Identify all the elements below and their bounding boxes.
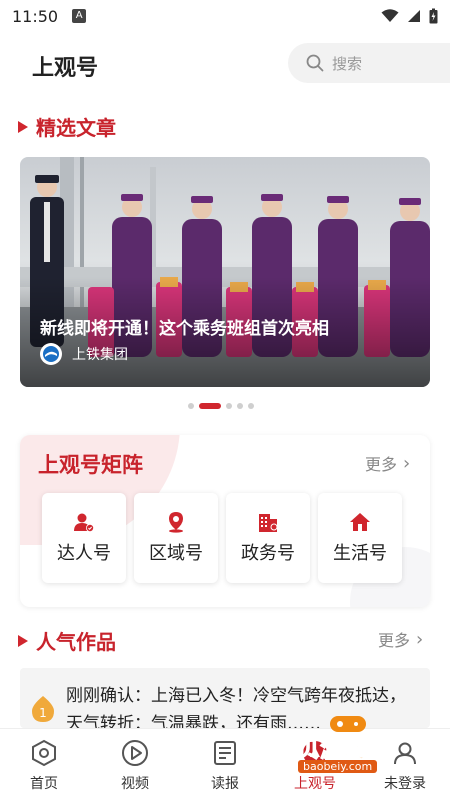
battery-icon — [429, 8, 438, 24]
tab-home[interactable]: 首页 — [9, 739, 79, 793]
rank-number: 1 — [39, 706, 47, 720]
carousel-dot[interactable] — [237, 403, 243, 409]
matrix-title: 上观号矩阵 — [38, 453, 143, 477]
tile-life[interactable]: 生活号 — [318, 493, 402, 583]
app-header: 上观号 搜索 — [0, 38, 450, 88]
carousel-indicator[interactable] — [188, 403, 254, 409]
tab-label: 首页 — [30, 776, 58, 792]
banner-source-name: 上铁集团 — [72, 347, 128, 363]
featured-section-title: 精选文章 — [36, 116, 116, 140]
tile-talent[interactable]: 达人号 — [42, 493, 126, 583]
search-placeholder: 搜索 — [332, 54, 363, 73]
popular-section-header: 人气作品 — [18, 626, 116, 655]
section-marker-icon — [18, 634, 28, 647]
newspaper-icon — [214, 741, 236, 765]
search-box[interactable]: 搜索 — [288, 43, 450, 83]
signal-icon — [408, 10, 420, 22]
matrix-more-link[interactable]: 更多 › — [365, 451, 410, 475]
play-circle-icon — [122, 740, 148, 766]
watermark-url: baobeiy.com — [298, 760, 378, 773]
home-icon — [350, 513, 370, 531]
wifi-icon — [381, 9, 399, 22]
banner-source: 上铁集团 — [40, 343, 128, 365]
carousel-dot-active[interactable] — [199, 403, 221, 409]
section-marker-icon — [18, 120, 28, 133]
hexagon-home-icon — [32, 739, 56, 767]
tile-label: 政务号 — [241, 543, 295, 564]
featured-section-header: 精选文章 — [18, 112, 116, 141]
tile-label: 区域号 — [149, 543, 203, 564]
matrix-more-label: 更多 — [365, 455, 398, 474]
banner-headline: 新线即将开通！这个乘务班组首次亮相 — [40, 319, 329, 339]
tile-label: 达人号 — [57, 543, 111, 564]
railway-logo-icon — [40, 343, 62, 365]
chevron-right-icon: › — [403, 452, 411, 474]
building-icon — [259, 514, 278, 532]
watermark: 宝贝游戏网 baobeiy.com — [268, 712, 428, 778]
location-pin-icon — [169, 512, 183, 533]
tab-newspaper[interactable]: 读报 — [190, 739, 260, 793]
tile-label: 生活号 — [333, 543, 387, 564]
rank-badge-icon: 1 — [32, 696, 54, 722]
carousel-dot[interactable] — [188, 403, 194, 409]
matrix-card: 上观号矩阵 更多 › 达人号 区域号 政务号 生活号 — [20, 435, 430, 607]
person-badge-icon — [74, 513, 94, 532]
popular-more-label: 更多 — [378, 631, 411, 650]
page-title: 上观号 — [32, 56, 99, 81]
tab-label: 视频 — [121, 776, 149, 792]
featured-banner[interactable]: 新线即将开通！这个乘务班组首次亮相 上铁集团 — [20, 157, 430, 387]
popular-more-link[interactable]: 更多 › — [378, 627, 423, 651]
tile-government[interactable]: 政务号 — [226, 493, 310, 583]
chevron-right-icon: › — [416, 628, 424, 650]
carousel-dot[interactable] — [226, 403, 232, 409]
tab-video[interactable]: 视频 — [100, 739, 170, 793]
tab-label: 读报 — [211, 776, 239, 792]
status-time: 11:50 — [12, 6, 59, 26]
popular-section-title: 人气作品 — [36, 630, 116, 654]
carousel-dot[interactable] — [248, 403, 254, 409]
tile-region[interactable]: 区域号 — [134, 493, 218, 583]
notification-icon: A — [72, 9, 87, 23]
status-bar: 11:50 A — [0, 0, 450, 32]
search-icon — [306, 54, 324, 72]
